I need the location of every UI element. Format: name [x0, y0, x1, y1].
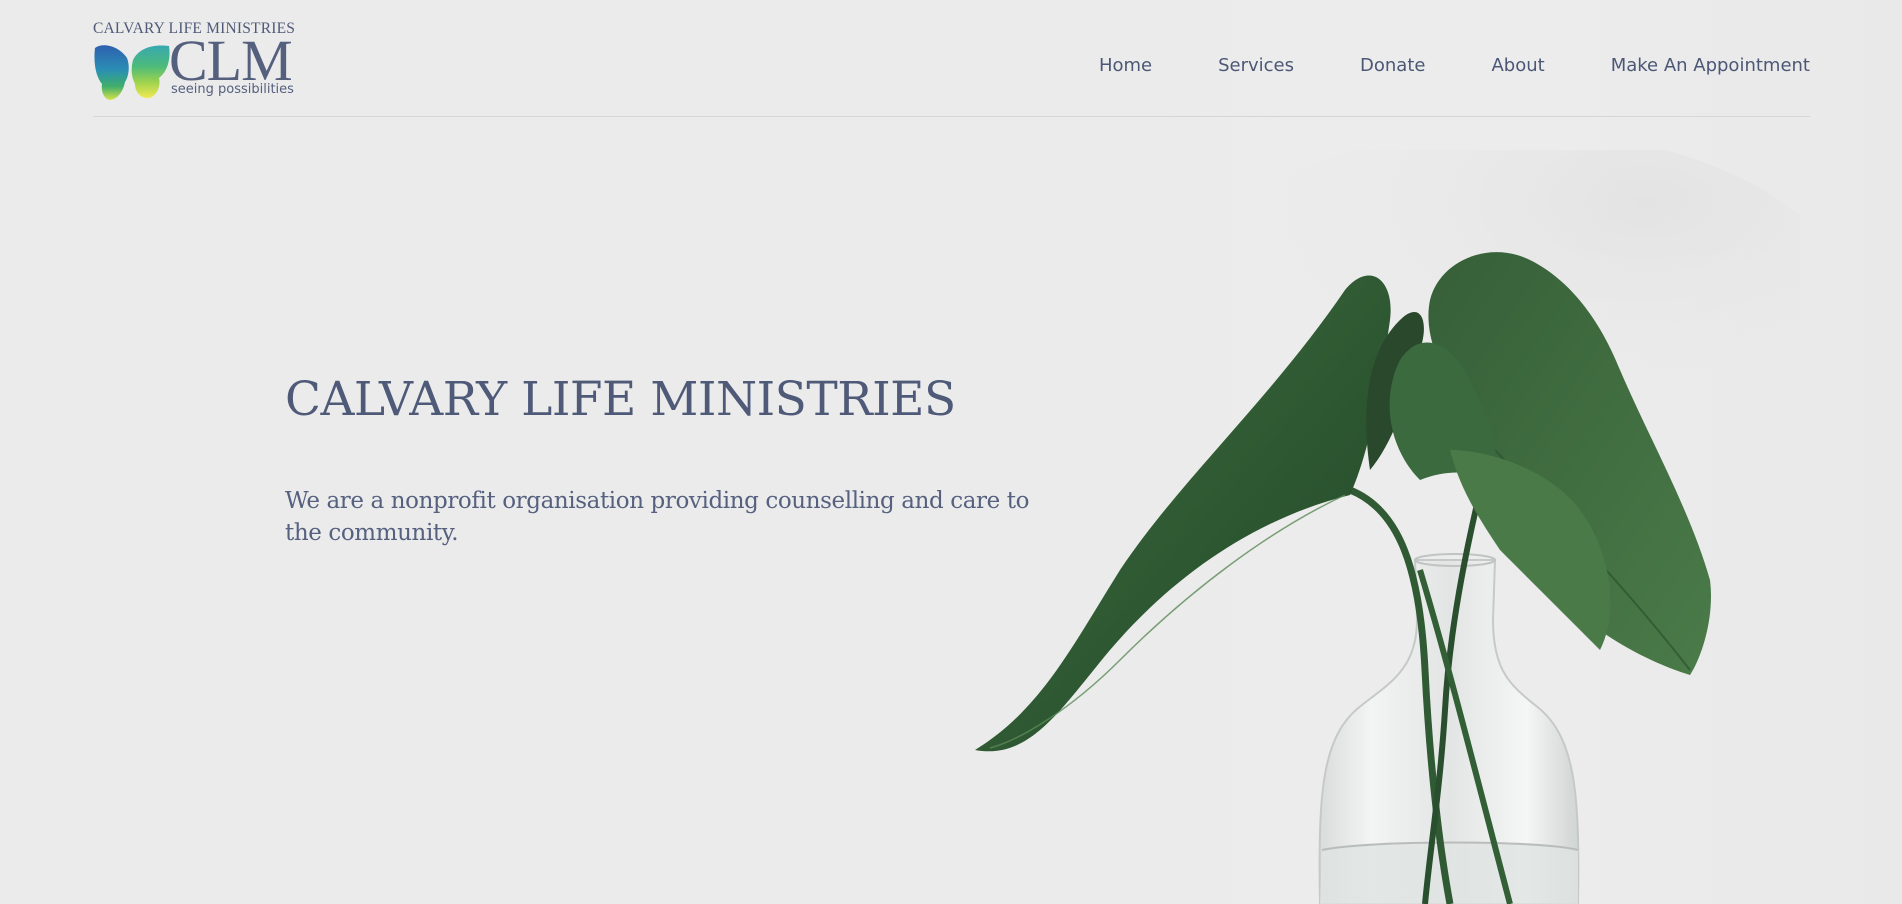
- nav-services-link[interactable]: Services: [1218, 55, 1294, 76]
- nav-home-link[interactable]: Home: [1099, 55, 1152, 76]
- hero-subtitle: We are a nonprofit organisation providin…: [285, 488, 1030, 546]
- nav-appointment-link[interactable]: Make An Appointment: [1611, 55, 1810, 76]
- nav-donate-link[interactable]: Donate: [1360, 55, 1425, 76]
- page: CALVARY LIFE MINISTRIES CLM seeing possi…: [0, 0, 1902, 904]
- butterfly-icon: [94, 45, 170, 100]
- nav-about-link[interactable]: About: [1491, 55, 1544, 76]
- hero-title: CALVARY LIFE MINISTRIES: [285, 372, 956, 427]
- site-header: CALVARY LIFE MINISTRIES CLM seeing possi…: [93, 0, 1810, 117]
- site-logo[interactable]: CALVARY LIFE MINISTRIES CLM seeing possi…: [93, 20, 298, 102]
- plant-in-vase-image: [975, 150, 1800, 904]
- main-nav: Home Services Donate About Make An Appoi…: [1099, 55, 1810, 76]
- logo-tagline: seeing possibilities: [171, 82, 294, 97]
